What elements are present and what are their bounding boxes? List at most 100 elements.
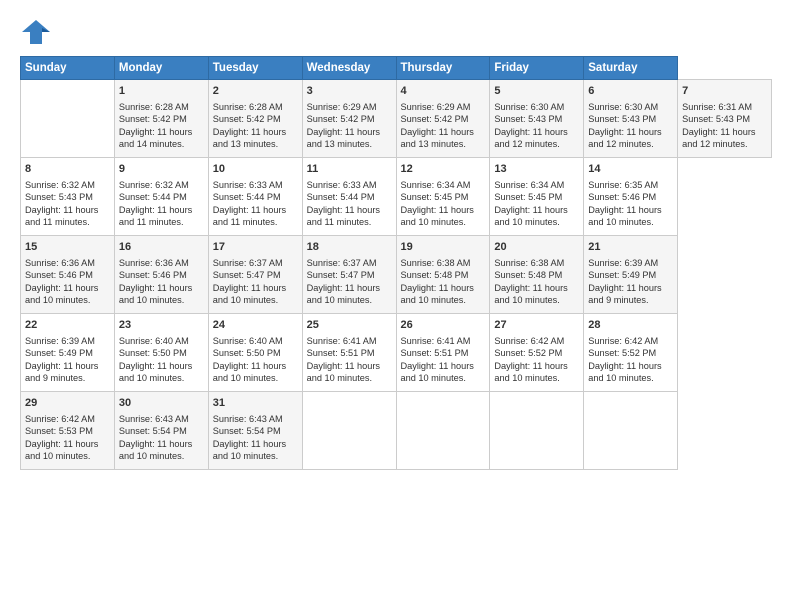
- calendar-cell: 11 Sunrise: 6:33 AM Sunset: 5:44 PM Dayl…: [302, 158, 396, 236]
- day-number: 24: [213, 318, 298, 333]
- calendar-cell: 28 Sunrise: 6:42 AM Sunset: 5:52 PM Dayl…: [584, 314, 678, 392]
- sunrise-label: Sunrise: 6:40 AM: [119, 336, 189, 346]
- daylight-label: Daylight: 11 hours and 10 minutes.: [213, 439, 286, 461]
- daylight-label: Daylight: 11 hours and 10 minutes.: [25, 439, 98, 461]
- sunset-label: Sunset: 5:45 PM: [494, 192, 562, 202]
- sunrise-label: Sunrise: 6:29 AM: [401, 102, 471, 112]
- calendar-cell: 27 Sunrise: 6:42 AM Sunset: 5:52 PM Dayl…: [490, 314, 584, 392]
- sunset-label: Sunset: 5:50 PM: [213, 348, 281, 358]
- sunset-label: Sunset: 5:48 PM: [401, 270, 469, 280]
- day-header-tuesday: Tuesday: [208, 57, 302, 80]
- sunrise-label: Sunrise: 6:33 AM: [213, 180, 283, 190]
- day-number: 18: [307, 240, 392, 255]
- calendar-cell: 25 Sunrise: 6:41 AM Sunset: 5:51 PM Dayl…: [302, 314, 396, 392]
- day-number: 23: [119, 318, 204, 333]
- daylight-label: Daylight: 11 hours and 10 minutes.: [401, 361, 474, 383]
- calendar-cell: 19 Sunrise: 6:38 AM Sunset: 5:48 PM Dayl…: [396, 236, 490, 314]
- calendar-cell: 7 Sunrise: 6:31 AM Sunset: 5:43 PM Dayli…: [678, 80, 772, 158]
- daylight-label: Daylight: 11 hours and 13 minutes.: [401, 127, 474, 149]
- daylight-label: Daylight: 11 hours and 10 minutes.: [588, 205, 661, 227]
- calendar-cell: 13 Sunrise: 6:34 AM Sunset: 5:45 PM Dayl…: [490, 158, 584, 236]
- daylight-label: Daylight: 11 hours and 13 minutes.: [307, 127, 380, 149]
- day-number: 8: [25, 162, 110, 177]
- sunset-label: Sunset: 5:44 PM: [213, 192, 281, 202]
- sunrise-label: Sunrise: 6:34 AM: [494, 180, 564, 190]
- day-header-saturday: Saturday: [584, 57, 678, 80]
- calendar-table: SundayMondayTuesdayWednesdayThursdayFrid…: [20, 56, 772, 470]
- day-number: 12: [401, 162, 486, 177]
- calendar-cell: 14 Sunrise: 6:35 AM Sunset: 5:46 PM Dayl…: [584, 158, 678, 236]
- day-number: 28: [588, 318, 673, 333]
- page: SundayMondayTuesdayWednesdayThursdayFrid…: [0, 0, 792, 480]
- daylight-label: Daylight: 11 hours and 10 minutes.: [401, 205, 474, 227]
- daylight-label: Daylight: 11 hours and 10 minutes.: [307, 361, 380, 383]
- sunrise-label: Sunrise: 6:38 AM: [494, 258, 564, 268]
- daylight-label: Daylight: 11 hours and 9 minutes.: [25, 361, 98, 383]
- calendar-cell: 31 Sunrise: 6:43 AM Sunset: 5:54 PM Dayl…: [208, 392, 302, 470]
- day-number: 17: [213, 240, 298, 255]
- sunset-label: Sunset: 5:46 PM: [588, 192, 656, 202]
- daylight-label: Daylight: 11 hours and 10 minutes.: [119, 361, 192, 383]
- day-number: 30: [119, 396, 204, 411]
- calendar-cell: 18 Sunrise: 6:37 AM Sunset: 5:47 PM Dayl…: [302, 236, 396, 314]
- sunset-label: Sunset: 5:45 PM: [401, 192, 469, 202]
- calendar-cell: 16 Sunrise: 6:36 AM Sunset: 5:46 PM Dayl…: [114, 236, 208, 314]
- logo: [20, 18, 56, 46]
- logo-icon: [20, 18, 52, 46]
- sunrise-label: Sunrise: 6:41 AM: [401, 336, 471, 346]
- day-number: 5: [494, 84, 579, 99]
- day-number: 1: [119, 84, 204, 99]
- calendar-cell: 12 Sunrise: 6:34 AM Sunset: 5:45 PM Dayl…: [396, 158, 490, 236]
- day-header-thursday: Thursday: [396, 57, 490, 80]
- day-number: 4: [401, 84, 486, 99]
- sunrise-label: Sunrise: 6:30 AM: [588, 102, 658, 112]
- sunset-label: Sunset: 5:52 PM: [588, 348, 656, 358]
- calendar-cell: 3 Sunrise: 6:29 AM Sunset: 5:42 PM Dayli…: [302, 80, 396, 158]
- day-number: 20: [494, 240, 579, 255]
- sunset-label: Sunset: 5:50 PM: [119, 348, 187, 358]
- day-header-wednesday: Wednesday: [302, 57, 396, 80]
- sunset-label: Sunset: 5:52 PM: [494, 348, 562, 358]
- sunrise-label: Sunrise: 6:36 AM: [119, 258, 189, 268]
- week-row-4: 22 Sunrise: 6:39 AM Sunset: 5:49 PM Dayl…: [21, 314, 772, 392]
- day-number: 11: [307, 162, 392, 177]
- calendar-cell: 22 Sunrise: 6:39 AM Sunset: 5:49 PM Dayl…: [21, 314, 115, 392]
- sunrise-label: Sunrise: 6:32 AM: [119, 180, 189, 190]
- calendar-cell: 6 Sunrise: 6:30 AM Sunset: 5:43 PM Dayli…: [584, 80, 678, 158]
- sunset-label: Sunset: 5:51 PM: [401, 348, 469, 358]
- day-number: 25: [307, 318, 392, 333]
- sunset-label: Sunset: 5:44 PM: [307, 192, 375, 202]
- daylight-label: Daylight: 11 hours and 10 minutes.: [494, 361, 567, 383]
- day-number: 13: [494, 162, 579, 177]
- day-header-sunday: Sunday: [21, 57, 115, 80]
- calendar-cell: 10 Sunrise: 6:33 AM Sunset: 5:44 PM Dayl…: [208, 158, 302, 236]
- sunrise-label: Sunrise: 6:32 AM: [25, 180, 95, 190]
- calendar-cell: 17 Sunrise: 6:37 AM Sunset: 5:47 PM Dayl…: [208, 236, 302, 314]
- sunset-label: Sunset: 5:42 PM: [119, 114, 187, 124]
- sunrise-label: Sunrise: 6:39 AM: [588, 258, 658, 268]
- day-number: 15: [25, 240, 110, 255]
- sunrise-label: Sunrise: 6:28 AM: [213, 102, 283, 112]
- sunset-label: Sunset: 5:43 PM: [494, 114, 562, 124]
- daylight-label: Daylight: 11 hours and 10 minutes.: [494, 205, 567, 227]
- day-number: 10: [213, 162, 298, 177]
- calendar-cell: 4 Sunrise: 6:29 AM Sunset: 5:42 PM Dayli…: [396, 80, 490, 158]
- day-number: 7: [682, 84, 767, 99]
- sunset-label: Sunset: 5:53 PM: [25, 426, 93, 436]
- sunset-label: Sunset: 5:47 PM: [213, 270, 281, 280]
- sunrise-label: Sunrise: 6:42 AM: [25, 414, 95, 424]
- week-row-2: 8 Sunrise: 6:32 AM Sunset: 5:43 PM Dayli…: [21, 158, 772, 236]
- header: [20, 18, 772, 46]
- sunset-label: Sunset: 5:46 PM: [119, 270, 187, 280]
- sunset-label: Sunset: 5:42 PM: [307, 114, 375, 124]
- sunrise-label: Sunrise: 6:42 AM: [494, 336, 564, 346]
- daylight-label: Daylight: 11 hours and 10 minutes.: [25, 283, 98, 305]
- day-number: 9: [119, 162, 204, 177]
- sunrise-label: Sunrise: 6:36 AM: [25, 258, 95, 268]
- calendar-cell: 26 Sunrise: 6:41 AM Sunset: 5:51 PM Dayl…: [396, 314, 490, 392]
- sunrise-label: Sunrise: 6:34 AM: [401, 180, 471, 190]
- daylight-label: Daylight: 11 hours and 9 minutes.: [588, 283, 661, 305]
- sunrise-label: Sunrise: 6:41 AM: [307, 336, 377, 346]
- sunset-label: Sunset: 5:43 PM: [682, 114, 750, 124]
- sunset-label: Sunset: 5:54 PM: [213, 426, 281, 436]
